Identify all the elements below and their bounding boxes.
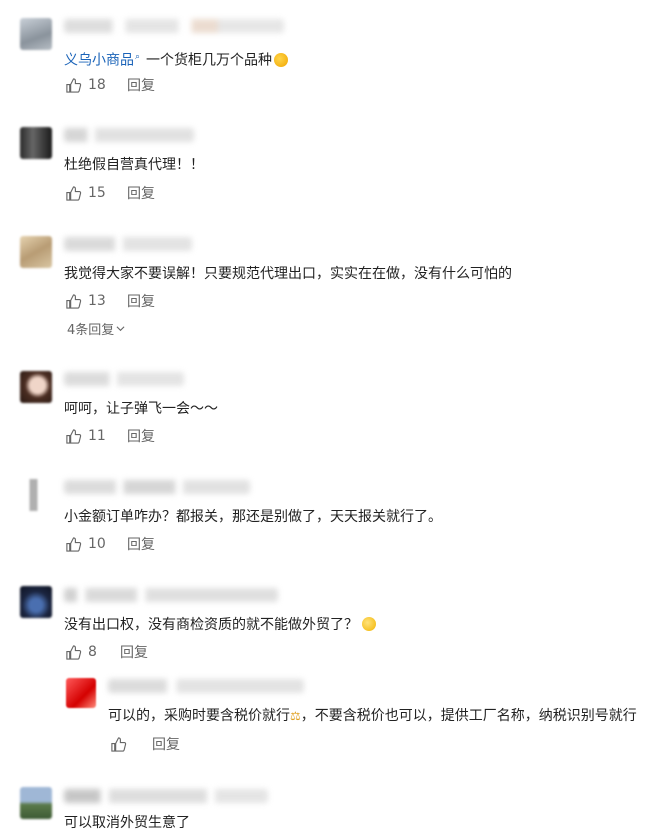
comment-text: 我觉得大家不要误解！只要规范代理出口，实实在在做，没有什么可怕的 xyxy=(64,266,512,282)
reply-button[interactable]: 回复 xyxy=(127,534,155,554)
like-count: 18 xyxy=(88,77,106,93)
comment-text: 杜绝假自营真代理！！ xyxy=(64,157,204,173)
comment-actions: 13 回复 xyxy=(65,291,155,311)
reply-button[interactable]: 回复 xyxy=(127,426,155,446)
username[interactable] xyxy=(64,128,194,142)
like-button[interactable]: 8 xyxy=(65,644,120,661)
thumb-up-icon xyxy=(66,77,82,93)
comment-actions: 8 回复 xyxy=(65,642,148,662)
thumb-up-icon xyxy=(66,536,82,552)
like-button[interactable] xyxy=(110,736,152,753)
thumb-up-icon xyxy=(66,185,82,201)
expand-replies-link[interactable]: 4条回复 xyxy=(67,319,125,338)
comment-body: 一个货柜几万个品种 xyxy=(146,52,273,69)
like-button[interactable]: 13 xyxy=(65,293,127,310)
comment-text: 可以取消外贸生意了 xyxy=(64,815,190,830)
reply-avatar[interactable] xyxy=(66,678,96,708)
comment-text: 呵呵，让子弹飞一会～～ xyxy=(64,401,218,417)
comment-actions: 11 回复 xyxy=(65,426,155,446)
avatar[interactable] xyxy=(20,479,52,511)
more-replies-label: 4条回复 xyxy=(67,323,115,338)
comment-actions: 15 回复 xyxy=(65,183,155,203)
comment-body: 没有出口权，没有商检资质的就不能做外贸了？ xyxy=(64,617,358,633)
like-count: 11 xyxy=(88,428,106,444)
like-count: 13 xyxy=(88,293,106,309)
smile-emoji xyxy=(362,617,376,631)
thumb-up-icon xyxy=(66,293,82,309)
avatar[interactable] xyxy=(20,18,52,50)
username[interactable] xyxy=(64,372,184,386)
like-button[interactable]: 11 xyxy=(65,428,127,445)
comment-text: 没有出口权，没有商检资质的就不能做外贸了？ xyxy=(64,615,376,635)
avatar[interactable] xyxy=(20,787,52,819)
reply-button[interactable]: 回复 xyxy=(127,183,155,203)
reply-button[interactable]: 回复 xyxy=(152,734,180,754)
username[interactable] xyxy=(64,588,278,602)
reply-body-a: 可以的，采购时要含税价就行 xyxy=(108,708,290,724)
username[interactable] xyxy=(64,480,250,494)
reply-body-b: ，不要含税价也可以，提供工厂名称，纳税识别号就行 xyxy=(300,708,637,724)
avatar[interactable] xyxy=(20,371,52,403)
avatar[interactable] xyxy=(20,127,52,159)
like-button[interactable]: 10 xyxy=(65,536,127,553)
avatar[interactable] xyxy=(20,236,52,268)
thumb-up-icon xyxy=(111,736,127,752)
username[interactable] xyxy=(64,789,268,803)
topic-link[interactable]: 义乌小商品 xyxy=(64,53,134,69)
reply-username[interactable] xyxy=(108,679,304,693)
thumb-up-icon xyxy=(66,428,82,444)
reply-text: 可以的，采购时要含税价就行⚖，不要含税价也可以，提供工厂名称，纳税识别号就行 xyxy=(108,706,637,726)
chevron-down-icon xyxy=(116,326,125,332)
pray-emoji: ⚖ xyxy=(290,709,301,723)
username[interactable] xyxy=(64,237,192,251)
username[interactable] xyxy=(64,19,284,33)
like-button[interactable]: 18 xyxy=(65,77,127,94)
like-button[interactable]: 15 xyxy=(65,185,127,202)
reply-button[interactable]: 回复 xyxy=(127,75,155,95)
comment-actions: 18 回复 xyxy=(65,75,155,95)
reply-button[interactable]: 回复 xyxy=(120,642,148,662)
face-emoji xyxy=(274,52,289,67)
comment-actions: 10 回复 xyxy=(65,534,155,554)
like-count: 8 xyxy=(88,644,97,660)
thumb-up-icon xyxy=(66,644,82,660)
search-icon[interactable]: ⌕ xyxy=(135,52,140,62)
reply-actions: 回复 xyxy=(110,734,180,754)
comment-text: 义乌小商品⌕ 一个货柜几万个品种 xyxy=(64,47,289,71)
reply-button[interactable]: 回复 xyxy=(127,291,155,311)
avatar[interactable] xyxy=(20,586,52,618)
comment-text: 小金额订单咋办？都报关，那还是别做了，天天报关就行了。 xyxy=(64,509,442,525)
like-count: 10 xyxy=(88,536,106,552)
like-count: 15 xyxy=(88,185,106,201)
